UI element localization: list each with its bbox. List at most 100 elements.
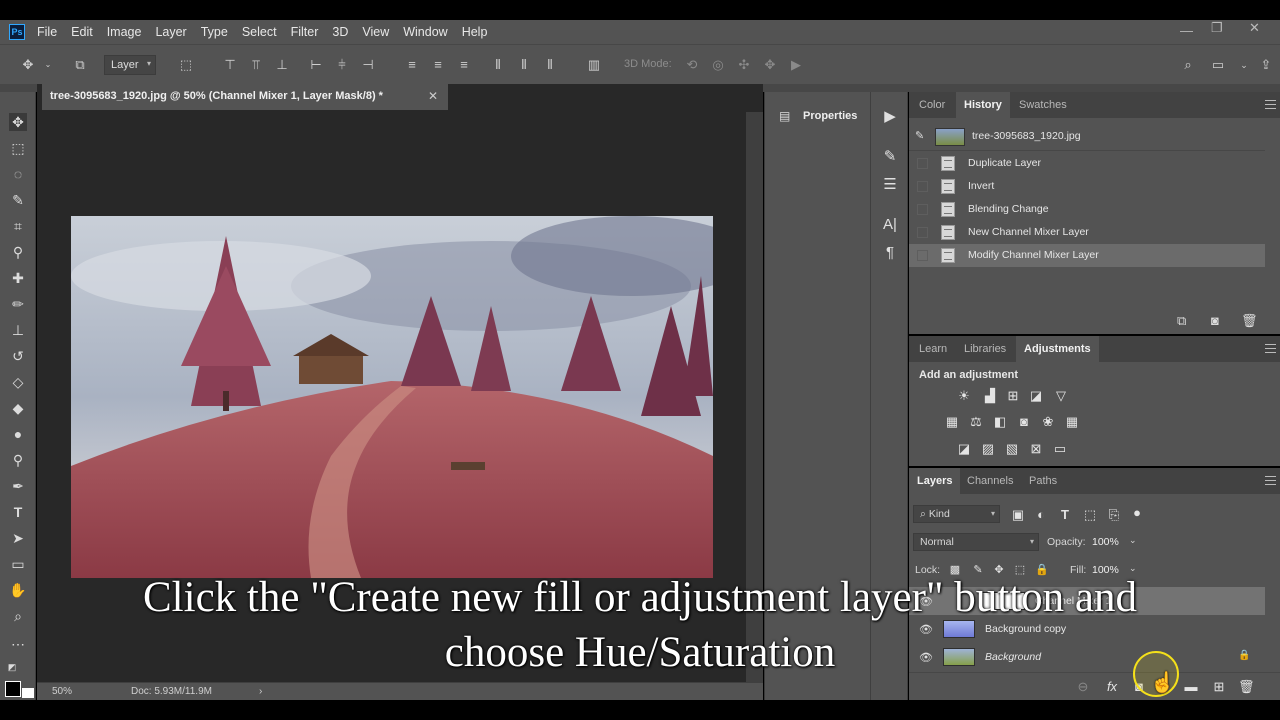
- tab-learn[interactable]: Learn: [919, 336, 947, 362]
- close-tab-icon[interactable]: ✕: [428, 89, 438, 103]
- background-color-swatch[interactable]: [22, 688, 34, 698]
- selective-color-icon[interactable]: ⊠: [1028, 441, 1044, 457]
- menu-type[interactable]: Type: [201, 25, 228, 39]
- photo-filter-icon[interactable]: ◙: [1016, 414, 1032, 430]
- brush-tool-icon[interactable]: ✏: [9, 295, 27, 313]
- menu-filter[interactable]: Filter: [291, 25, 319, 39]
- hue-saturation-icon[interactable]: ▦: [944, 414, 960, 430]
- history-snapshot[interactable]: ✎ tree-3095683_1920.jpg: [909, 125, 1265, 148]
- clone-stamp-tool-icon[interactable]: ⊥: [9, 321, 27, 339]
- foreground-color-swatch[interactable]: [5, 681, 21, 697]
- tab-layers[interactable]: Layers: [909, 468, 961, 494]
- scale-3d-icon[interactable]: ▶: [788, 57, 804, 73]
- tab-history[interactable]: History: [956, 92, 1010, 118]
- color-lookup-icon[interactable]: ▦: [1064, 414, 1080, 430]
- path-select-tool-icon[interactable]: ➤: [9, 529, 27, 547]
- tab-adjustments[interactable]: Adjustments: [1016, 336, 1099, 362]
- blend-mode-dropdown[interactable]: Normal ▾: [913, 533, 1039, 551]
- distribute-bottom-icon[interactable]: ≡: [456, 57, 472, 73]
- distribute-vcenter-icon[interactable]: ≡: [430, 57, 446, 73]
- tab-color[interactable]: Color: [919, 92, 945, 118]
- fill-chevron-icon[interactable]: ⌄: [1129, 563, 1137, 574]
- distribute-left-icon[interactable]: ⦀: [490, 57, 506, 73]
- color-balance-icon[interactable]: ⚖: [968, 414, 984, 430]
- new-group-folder-icon[interactable]: ▬: [1183, 679, 1199, 695]
- trash-icon[interactable]: 🗑: [1241, 313, 1258, 329]
- trash-icon[interactable]: 🗑: [1238, 679, 1255, 695]
- play-actions-icon[interactable]: ▶: [881, 108, 899, 126]
- tool-preset-chevron-icon[interactable]: ⌄: [40, 57, 56, 73]
- pen-tool-icon[interactable]: ✒: [9, 477, 27, 495]
- menu-layer[interactable]: Layer: [155, 25, 186, 39]
- channel-mixer-icon[interactable]: ❀: [1040, 414, 1056, 430]
- eraser-tool-icon[interactable]: ◇: [9, 373, 27, 391]
- opacity-chevron-icon[interactable]: ⌄: [1129, 535, 1137, 546]
- menu-edit[interactable]: Edit: [71, 25, 93, 39]
- menu-view[interactable]: View: [362, 25, 389, 39]
- history-source-checkbox[interactable]: [917, 227, 928, 238]
- properties-label[interactable]: Properties: [803, 110, 857, 122]
- transform-controls-icon[interactable]: ⬚: [178, 57, 194, 73]
- properties-icon[interactable]: ▤: [779, 109, 790, 123]
- history-source-checkbox[interactable]: [917, 181, 928, 192]
- tab-swatches[interactable]: Swatches: [1019, 92, 1067, 118]
- levels-icon[interactable]: ▟: [982, 388, 998, 404]
- filter-shape-icon[interactable]: ⬚: [1082, 507, 1098, 523]
- history-source-checkbox[interactable]: [917, 250, 928, 261]
- move-tool-icon[interactable]: ✥: [20, 57, 36, 73]
- auto-align-icon[interactable]: ▥: [586, 57, 602, 73]
- vibrance-icon[interactable]: ▽: [1053, 388, 1069, 404]
- new-layer-icon[interactable]: ⊞: [1211, 679, 1227, 695]
- roll-3d-icon[interactable]: ◎: [710, 57, 726, 73]
- adjust-sliders-icon[interactable]: ☰: [881, 176, 899, 194]
- opacity-field[interactable]: 100%: [1092, 536, 1119, 548]
- curves-icon[interactable]: ⊞: [1005, 388, 1021, 404]
- move-tool-icon[interactable]: ✥: [9, 113, 27, 131]
- menu-help[interactable]: Help: [462, 25, 488, 39]
- marquee-tool-icon[interactable]: ⬚: [9, 139, 27, 157]
- history-step[interactable]: Invert: [909, 175, 1265, 198]
- status-chevron-icon[interactable]: ›: [259, 686, 262, 697]
- menu-select[interactable]: Select: [242, 25, 277, 39]
- align-left-icon[interactable]: ⊢: [308, 57, 324, 73]
- align-bottom-icon[interactable]: ⊥: [274, 57, 290, 73]
- paint-bucket-tool-icon[interactable]: ◆: [9, 399, 27, 417]
- menu-image[interactable]: Image: [107, 25, 142, 39]
- align-hcenter-icon[interactable]: ⫩: [334, 57, 350, 73]
- auto-select-icon[interactable]: ⧉: [72, 57, 88, 73]
- eyedropper-tool-icon[interactable]: ⚲: [9, 243, 27, 261]
- link-layers-icon[interactable]: ⊖: [1075, 679, 1091, 695]
- canvas-image[interactable]: [71, 216, 713, 578]
- history-step[interactable]: New Channel Mixer Layer: [909, 221, 1265, 244]
- close-window-icon[interactable]: ✕: [1249, 20, 1260, 36]
- history-step[interactable]: Blending Change: [909, 198, 1265, 221]
- share-icon[interactable]: ⇪: [1258, 57, 1274, 73]
- align-right-icon[interactable]: ⊣: [360, 57, 376, 73]
- align-top-icon[interactable]: ⊤: [222, 57, 238, 73]
- panel-menu-icon[interactable]: [1265, 476, 1276, 485]
- restore-icon[interactable]: ❐: [1211, 20, 1223, 36]
- crop-tool-icon[interactable]: ⌗: [9, 217, 27, 235]
- posterize-icon[interactable]: ▨: [980, 441, 996, 457]
- tab-channels[interactable]: Channels: [967, 468, 1013, 494]
- invert-icon[interactable]: ◪: [956, 441, 972, 457]
- workspace-chevron-icon[interactable]: ⌄: [1236, 57, 1252, 73]
- rectangle-tool-icon[interactable]: ▭: [9, 555, 27, 573]
- threshold-icon[interactable]: ▧: [1004, 441, 1020, 457]
- history-step-selected[interactable]: Modify Channel Mixer Layer: [909, 244, 1265, 267]
- filter-toggle-icon[interactable]: ●: [1129, 505, 1145, 521]
- brightness-contrast-icon[interactable]: ☀: [956, 388, 972, 404]
- type-tool-icon[interactable]: T: [9, 503, 27, 521]
- menu-window[interactable]: Window: [403, 25, 447, 39]
- minimize-icon[interactable]: —: [1180, 23, 1193, 38]
- camera-snapshot-icon[interactable]: ◙: [1211, 313, 1219, 328]
- panel-menu-icon[interactable]: [1265, 344, 1276, 353]
- black-white-icon[interactable]: ◧: [992, 414, 1008, 430]
- tab-paths[interactable]: Paths: [1029, 468, 1057, 494]
- gradient-map-icon[interactable]: ▭: [1052, 441, 1068, 457]
- tab-libraries[interactable]: Libraries: [964, 336, 1006, 362]
- filter-type-icon[interactable]: T: [1057, 507, 1073, 523]
- healing-brush-tool-icon[interactable]: ✚: [9, 269, 27, 287]
- slide-3d-icon[interactable]: ✥: [762, 57, 778, 73]
- orbit-3d-icon[interactable]: ⟲: [684, 57, 700, 73]
